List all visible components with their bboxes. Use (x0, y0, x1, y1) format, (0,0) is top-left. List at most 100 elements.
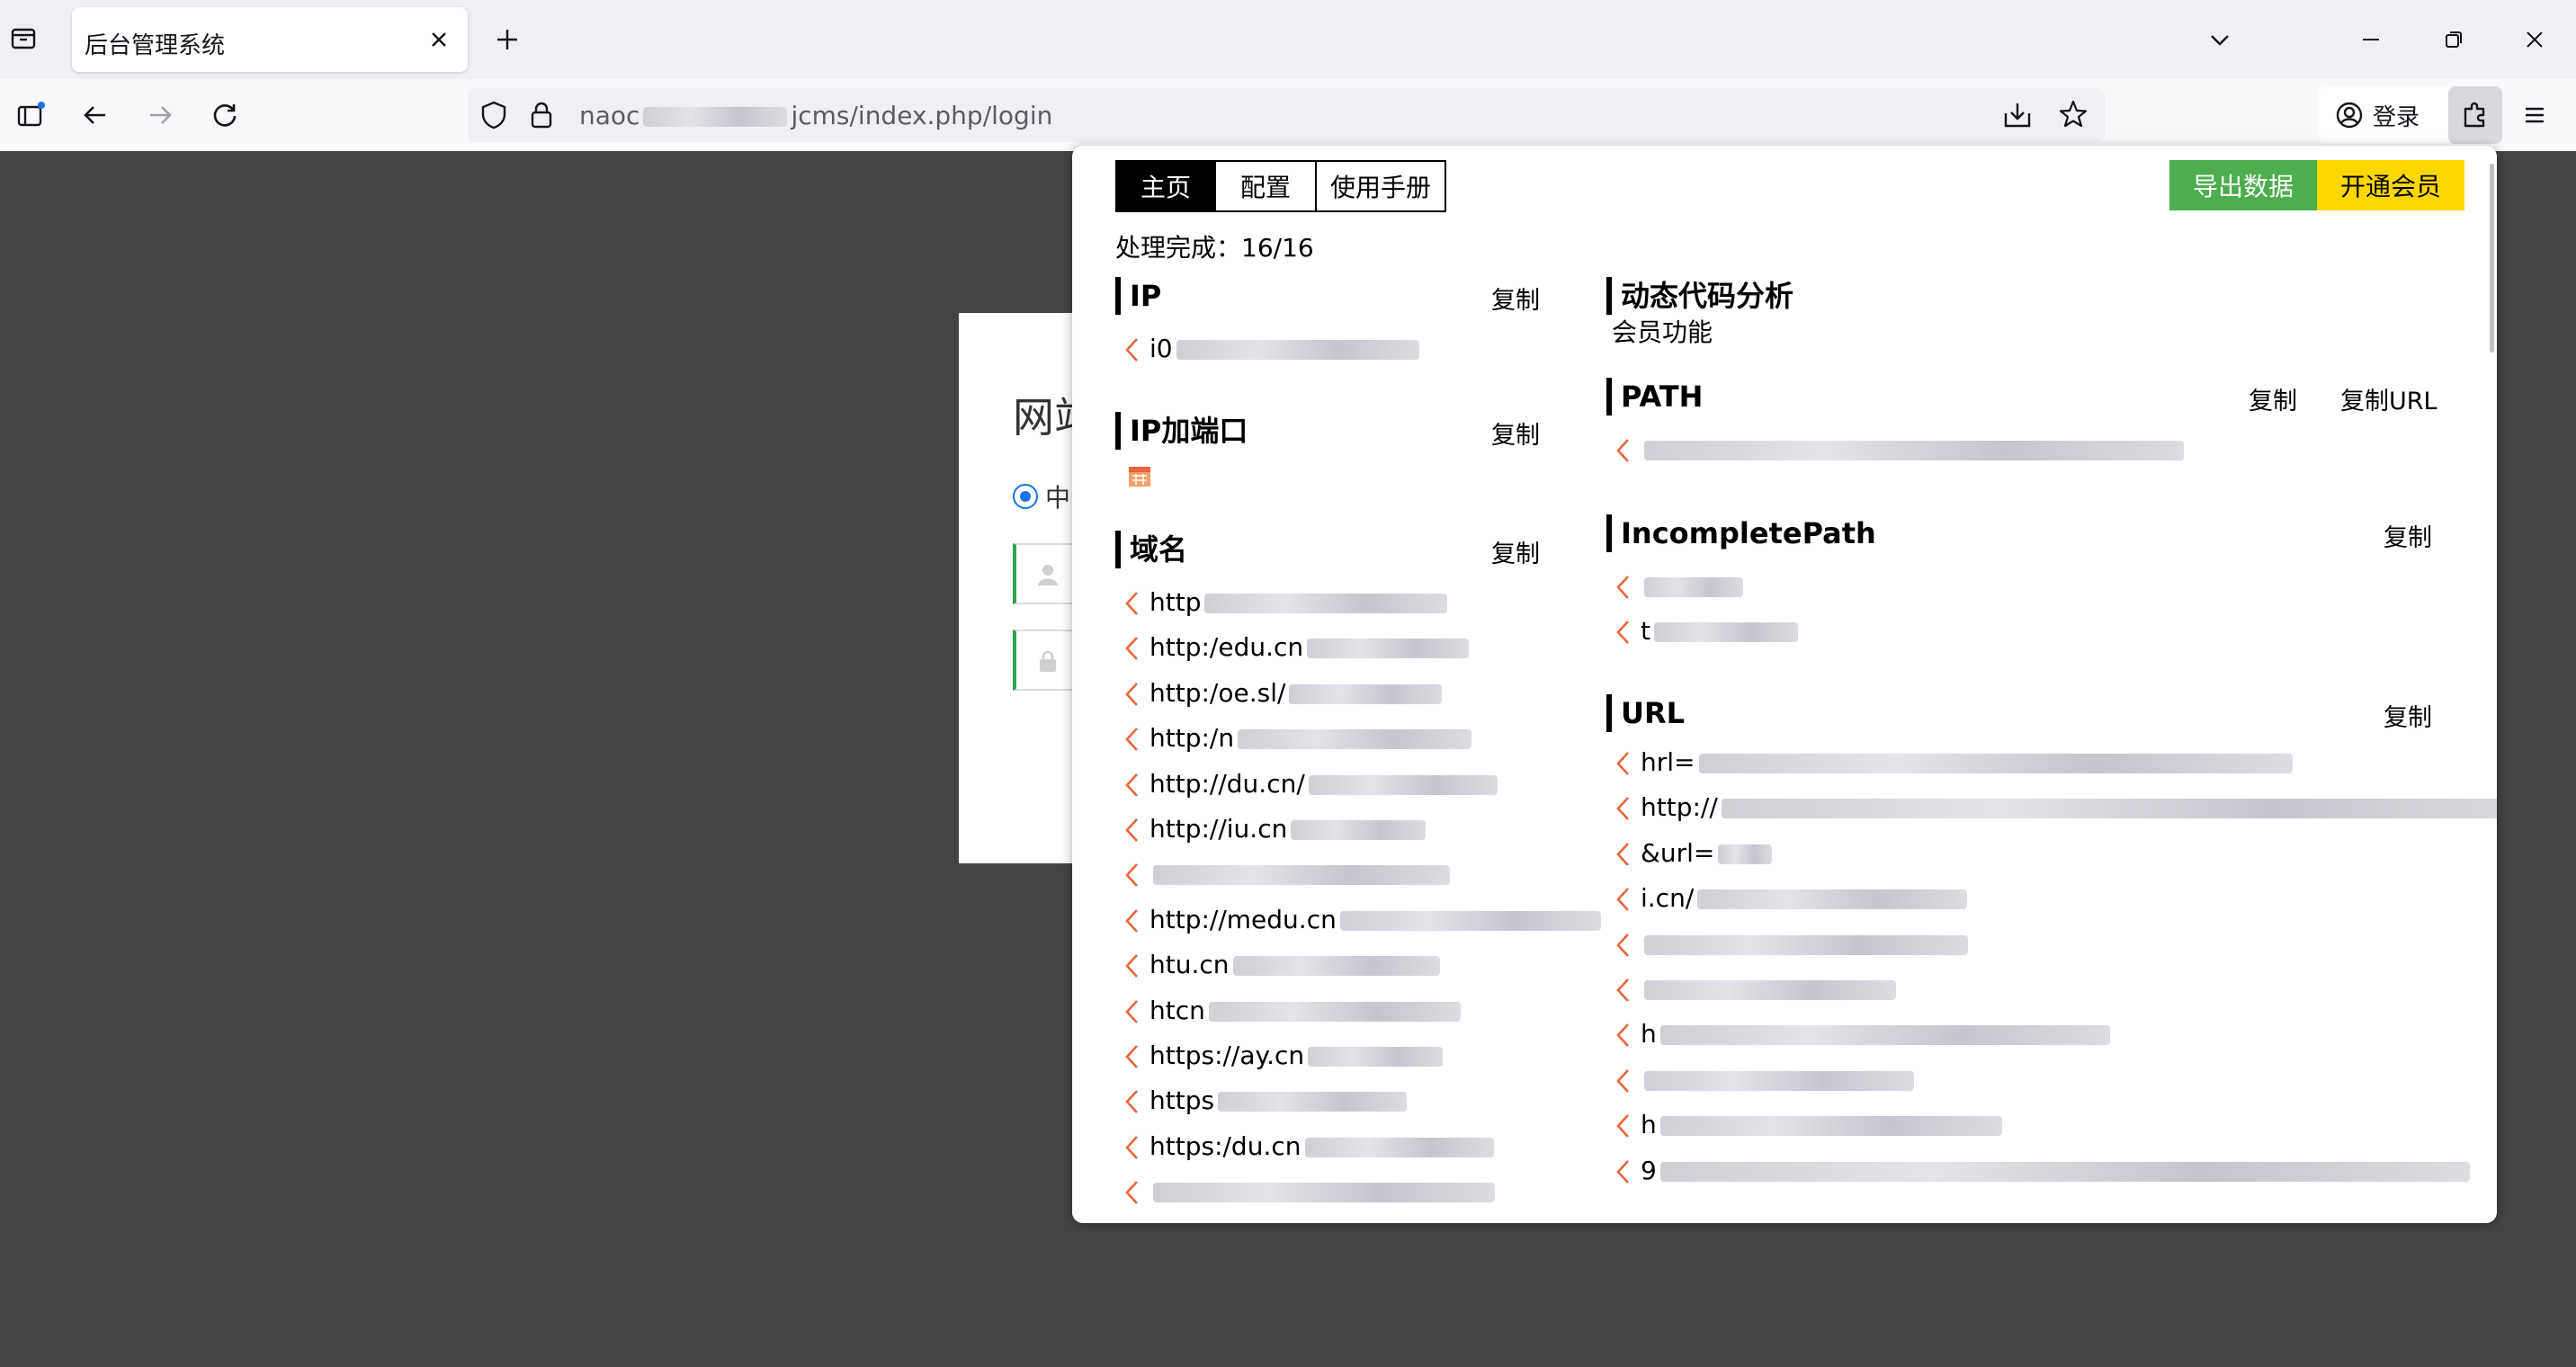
chevron-left-icon[interactable] (1614, 977, 1633, 1004)
chevron-left-icon[interactable] (1123, 998, 1142, 1025)
copy-ip-button[interactable]: 复制 (1491, 281, 1540, 316)
list-item[interactable]: https:/du.cn (1149, 1129, 1494, 1165)
chevron-left-icon[interactable] (1123, 1179, 1142, 1206)
save-page-icon[interactable] (2002, 101, 2033, 133)
chevron-left-icon[interactable] (1123, 772, 1142, 799)
list-item[interactable]: http://medu.cn (1149, 902, 1601, 938)
list-item[interactable]: htu.cn (1149, 947, 1440, 983)
close-tab-icon[interactable] (423, 23, 455, 56)
open-vip-button[interactable]: 开通会员 (2317, 160, 2464, 210)
list-item[interactable]: http://iu.cn (1149, 811, 1427, 847)
chevron-left-icon[interactable] (1123, 1088, 1142, 1115)
chevron-left-icon[interactable] (1123, 726, 1142, 753)
radio-label: 中 (1045, 483, 1071, 513)
list-item[interactable]: t (1641, 613, 1798, 649)
chevron-left-icon[interactable] (1123, 1043, 1142, 1070)
close-window-icon[interactable] (2515, 20, 2554, 59)
chevron-left-icon[interactable] (1123, 681, 1142, 708)
chevron-left-icon[interactable] (1123, 635, 1142, 662)
list-item[interactable]: h (1641, 1107, 2002, 1143)
list-item[interactable] (1641, 568, 1743, 604)
calendar-icon (1129, 467, 1150, 487)
copy-url-button[interactable]: 复制 (2384, 698, 2432, 733)
chevron-left-icon[interactable] (1614, 1112, 1633, 1139)
chevron-left-icon[interactable] (1614, 886, 1633, 913)
list-item[interactable] (1641, 926, 1968, 962)
chevron-left-icon[interactable] (1614, 750, 1633, 777)
chevron-left-icon[interactable] (1123, 907, 1142, 934)
list-item[interactable] (1641, 971, 1896, 1007)
list-item[interactable] (1149, 856, 1450, 892)
list-item[interactable] (1641, 1062, 1914, 1098)
minimize-icon[interactable] (2351, 20, 2391, 59)
chevron-left-icon[interactable] (1123, 1134, 1142, 1161)
copy-path-button[interactable]: 复制 (2249, 381, 2297, 416)
sign-in-button[interactable]: 登录 (2319, 86, 2454, 144)
copy-domain-button[interactable]: 复制 (1491, 534, 1540, 569)
new-tab-icon[interactable] (489, 22, 525, 58)
copy-ip-port-button[interactable]: 复制 (1491, 415, 1540, 451)
list-item[interactable]: http:/edu.cn (1149, 630, 1470, 666)
section-ip-title: IP (1115, 277, 1161, 315)
list-all-tabs-icon[interactable] (2200, 20, 2240, 59)
lock-icon[interactable] (529, 101, 554, 133)
url-text[interactable]: naoc jcms/index.php/login (579, 101, 1052, 130)
sidebar-icon[interactable] (9, 94, 52, 137)
chevron-left-icon[interactable] (1123, 590, 1142, 617)
chevron-left-icon[interactable] (1614, 1158, 1633, 1185)
browser-tab-strip: 后台管理系统 (0, 0, 2576, 79)
app-menu-icon[interactable] (2513, 94, 2556, 137)
chevron-left-icon[interactable] (1123, 862, 1142, 889)
list-item[interactable]: https://ay.cn (1149, 1038, 1444, 1074)
member-function-text: 会员功能 (1612, 317, 1713, 347)
section-url-title: URL (1606, 694, 1685, 732)
chevron-left-icon[interactable] (1123, 817, 1142, 844)
chevron-left-icon[interactable] (1614, 437, 1633, 464)
chevron-left-icon[interactable] (1614, 1022, 1633, 1049)
chevron-left-icon[interactable] (1614, 841, 1633, 868)
list-item[interactable]: http:/n (1149, 720, 1472, 756)
list-item[interactable]: i.cn/ (1641, 880, 1968, 916)
radio-button[interactable] (1013, 484, 1038, 509)
list-item[interactable]: i0 (1149, 331, 1419, 367)
copy-path-url-button[interactable]: 复制URL (2340, 381, 2437, 416)
list-item[interactable]: h (1641, 1016, 2110, 1052)
forward-icon[interactable] (139, 94, 182, 137)
chevron-left-icon[interactable] (1614, 795, 1633, 822)
tab-config[interactable]: 配置 (1216, 160, 1317, 212)
language-radio[interactable]: 中 (1013, 478, 1070, 514)
back-icon[interactable] (74, 94, 117, 137)
list-item[interactable]: http://du.cn/ (1149, 766, 1498, 802)
chevron-left-icon[interactable] (1614, 932, 1633, 959)
extensions-puzzle-icon[interactable] (2448, 86, 2502, 144)
list-item[interactable]: http (1149, 585, 1448, 621)
list-item[interactable]: hrl= (1641, 745, 2293, 781)
tab-manual[interactable]: 使用手册 (1317, 160, 1446, 212)
export-data-button[interactable]: 导出数据 (2169, 160, 2317, 210)
tab-list-icon[interactable] (5, 20, 41, 56)
chevron-left-icon[interactable] (1614, 574, 1633, 601)
bookmark-star-icon[interactable] (2058, 99, 2089, 133)
list-item[interactable]: htcn (1149, 993, 1461, 1029)
restore-icon[interactable] (2434, 20, 2473, 59)
copy-incomplete-button[interactable]: 复制 (2384, 518, 2432, 553)
tracking-protection-icon[interactable] (480, 101, 507, 133)
list-item[interactable]: &url= (1641, 835, 1773, 871)
list-item[interactable]: http:/oe.sl/ (1149, 675, 1443, 711)
list-item[interactable]: http:// (1641, 790, 2497, 826)
list-item[interactable] (1641, 432, 2184, 468)
chevron-left-icon[interactable] (1614, 619, 1633, 646)
chevron-left-icon[interactable] (1123, 952, 1142, 979)
chevron-left-icon[interactable] (1123, 336, 1142, 363)
popup-scrollbar[interactable] (2490, 164, 2494, 353)
user-icon (1038, 565, 1058, 585)
list-item[interactable]: https (1149, 1083, 1408, 1119)
tab-home[interactable]: 主页 (1115, 160, 1216, 212)
status-text: 处理完成：16/16 (1115, 233, 1314, 263)
list-item[interactable]: 9 (1641, 1153, 2470, 1189)
active-tab[interactable]: 后台管理系统 (72, 7, 468, 72)
reload-icon[interactable] (203, 94, 246, 137)
url-bar[interactable]: naoc jcms/index.php/login (468, 88, 2105, 142)
list-item[interactable] (1149, 1174, 1495, 1210)
chevron-left-icon[interactable] (1614, 1068, 1633, 1094)
